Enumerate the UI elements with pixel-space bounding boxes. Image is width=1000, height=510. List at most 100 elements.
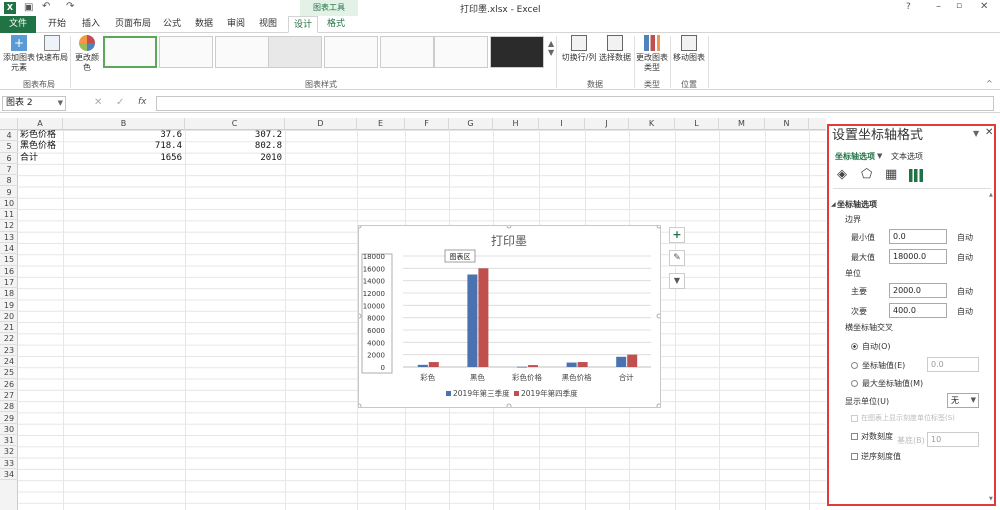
tab-view[interactable]: 视图: [254, 16, 282, 33]
row-header[interactable]: 18: [0, 288, 18, 300]
row-header[interactable]: 33: [0, 458, 18, 469]
tab-file[interactable]: 文件: [0, 16, 36, 33]
minor-input[interactable]: 400.0: [889, 303, 947, 318]
column-header[interactable]: D: [285, 118, 357, 130]
minor-auto-button[interactable]: 自动: [957, 306, 973, 317]
collapse-ribbon-icon[interactable]: ^: [986, 79, 993, 88]
row-header[interactable]: 27: [0, 390, 18, 402]
tab-text-options[interactable]: 文本选项: [891, 151, 923, 162]
section-collapse-icon[interactable]: ◢: [831, 199, 836, 210]
row-header[interactable]: 29: [0, 413, 18, 424]
row-header[interactable]: 8: [0, 175, 18, 187]
row-header[interactable]: 15: [0, 254, 18, 266]
row-header[interactable]: 14: [0, 243, 18, 255]
min-auto-button[interactable]: 自动: [957, 232, 973, 243]
move-chart-button[interactable]: 移动图表: [672, 35, 706, 63]
chart-styles-button[interactable]: ✎: [669, 250, 685, 266]
select-data-button[interactable]: 选择数据: [598, 35, 632, 63]
column-header[interactable]: G: [449, 118, 493, 130]
cell-a4[interactable]: 彩色价格: [20, 130, 56, 141]
column-header[interactable]: C: [185, 118, 285, 130]
chart-elements-button[interactable]: +: [669, 227, 685, 243]
tab-format[interactable]: 格式: [322, 16, 350, 33]
tab-page-layout[interactable]: 页面布局: [110, 16, 156, 33]
tab-insert[interactable]: 插入: [76, 16, 106, 33]
tab-design[interactable]: 设计: [288, 16, 318, 33]
tab-formulas[interactable]: 公式: [158, 16, 186, 33]
chart-style-4[interactable]: [268, 36, 322, 68]
chart-style-1[interactable]: [103, 36, 157, 68]
quick-layout-button[interactable]: 快速布局: [36, 35, 68, 63]
log-scale-checkbox[interactable]: [851, 433, 858, 440]
major-auto-button[interactable]: 自动: [957, 286, 973, 297]
tab-data[interactable]: 数据: [190, 16, 218, 33]
minimize-icon[interactable]: –: [936, 1, 941, 12]
cell-a6[interactable]: 合计: [20, 153, 38, 164]
row-header[interactable]: 34: [0, 469, 18, 481]
size-properties-icon[interactable]: ▦: [885, 167, 897, 183]
row-header[interactable]: 26: [0, 379, 18, 390]
fill-line-icon[interactable]: ◈: [837, 167, 847, 183]
styles-scroll-icon[interactable]: ▲ ▼: [548, 39, 554, 57]
chart-style-5[interactable]: [324, 36, 378, 68]
cell-b5[interactable]: 718.4: [118, 141, 182, 152]
column-header[interactable]: J: [585, 118, 629, 130]
column-header[interactable]: B: [63, 118, 185, 130]
pane-options-icon[interactable]: ▼: [973, 128, 979, 139]
row-header[interactable]: 4: [0, 130, 18, 142]
radio-axis-value[interactable]: [851, 362, 858, 369]
select-all-corner[interactable]: [0, 118, 18, 130]
row-header[interactable]: 31: [0, 435, 18, 447]
display-units-select[interactable]: 无 ▼: [947, 393, 979, 408]
row-header[interactable]: 13: [0, 232, 18, 243]
column-header[interactable]: H: [493, 118, 539, 130]
fx-icon[interactable]: fx: [138, 97, 147, 107]
chart-filters-button[interactable]: ▼: [669, 273, 685, 289]
radio-auto[interactable]: [851, 343, 858, 350]
chart-style-6[interactable]: [380, 36, 434, 68]
row-header[interactable]: 21: [0, 322, 18, 334]
switch-row-column-button[interactable]: 切换行/列: [560, 35, 598, 63]
row-header[interactable]: 25: [0, 367, 18, 379]
min-input[interactable]: 0.0: [889, 229, 947, 244]
row-header[interactable]: 24: [0, 356, 18, 368]
log-base-input[interactable]: 10: [927, 432, 979, 447]
show-units-checkbox[interactable]: [851, 415, 858, 422]
cell-b6[interactable]: 1656: [118, 153, 182, 164]
tab-axis-options[interactable]: 坐标轴选项: [835, 151, 875, 162]
column-header[interactable]: M: [719, 118, 765, 130]
save-icon[interactable]: ▣: [24, 2, 33, 13]
column-header[interactable]: E: [357, 118, 405, 130]
reverse-order-checkbox[interactable]: [851, 453, 858, 460]
column-header[interactable]: N: [765, 118, 809, 130]
column-header[interactable]: A: [18, 118, 63, 130]
row-header[interactable]: 17: [0, 277, 18, 289]
max-input[interactable]: 18000.0: [889, 249, 947, 264]
name-box[interactable]: 图表 2 ▼: [2, 96, 66, 111]
row-header[interactable]: 7: [0, 164, 18, 176]
formula-input[interactable]: [156, 96, 994, 111]
column-header[interactable]: I: [539, 118, 585, 130]
row-header[interactable]: 30: [0, 424, 18, 436]
cell-c6[interactable]: 2010: [228, 153, 282, 164]
row-header[interactable]: 32: [0, 446, 18, 458]
row-header[interactable]: 23: [0, 345, 18, 356]
cell-c4[interactable]: 307.2: [228, 130, 282, 141]
column-header[interactable]: L: [675, 118, 719, 130]
tab-axis-dropdown-icon[interactable]: ▼: [877, 151, 882, 162]
row-header[interactable]: 10: [0, 198, 18, 210]
pane-close-icon[interactable]: ✕: [985, 127, 993, 138]
enter-icon[interactable]: ✓: [116, 97, 124, 108]
cancel-icon[interactable]: ✕: [94, 97, 102, 108]
tab-review[interactable]: 审阅: [222, 16, 250, 33]
add-chart-element-button[interactable]: + 添加图表元素: [2, 35, 36, 73]
change-colors-button[interactable]: 更改颜色: [72, 35, 102, 73]
tab-home[interactable]: 开始: [42, 16, 72, 33]
help-icon[interactable]: ?: [906, 2, 911, 12]
row-header[interactable]: 5: [0, 141, 18, 153]
row-header[interactable]: 16: [0, 266, 18, 277]
row-header[interactable]: 22: [0, 333, 18, 345]
max-auto-button[interactable]: 自动: [957, 252, 973, 263]
redo-icon[interactable]: ↷: [66, 1, 74, 12]
row-header[interactable]: 9: [0, 187, 18, 198]
